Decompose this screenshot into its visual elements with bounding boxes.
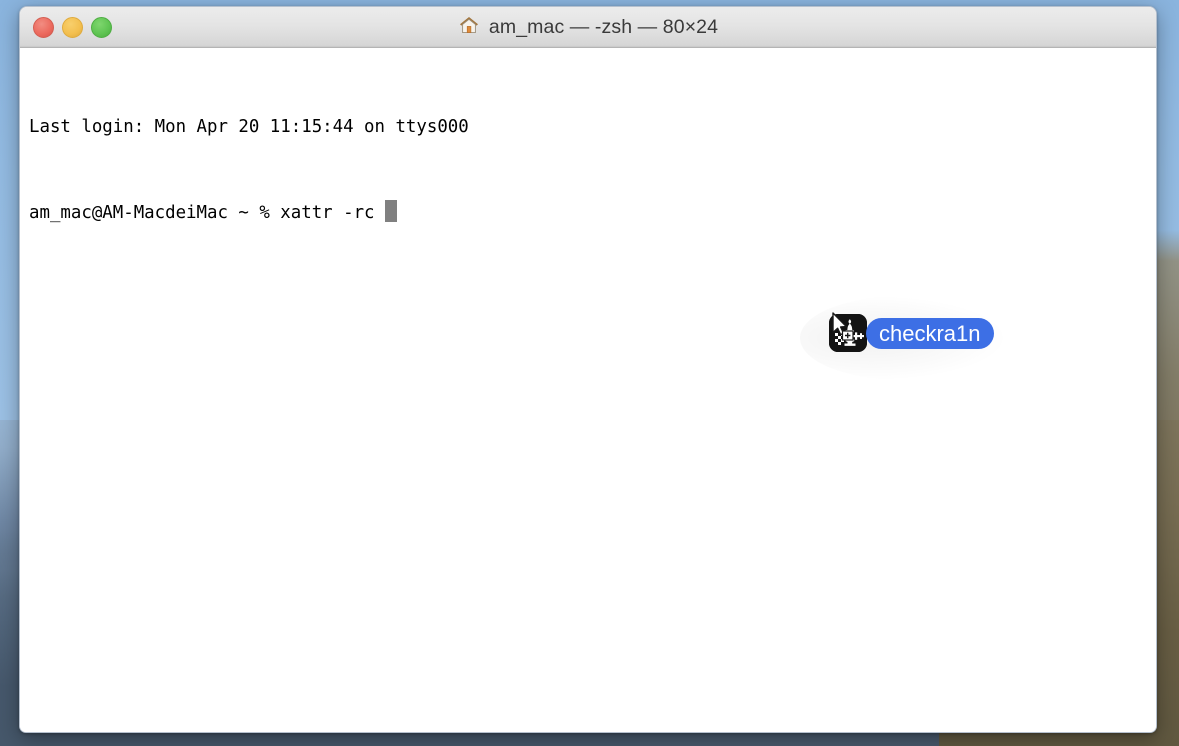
window-title-group: am_mac — -zsh — 80×24 — [20, 7, 1156, 47]
window-titlebar[interactable]: am_mac — -zsh — 80×24 — [20, 7, 1156, 48]
zoom-button[interactable] — [91, 16, 112, 38]
terminal-window[interactable]: am_mac — -zsh — 80×24 Last login: Mon Ap… — [19, 6, 1157, 733]
typed-command: xattr -rc — [280, 202, 385, 223]
shell-prompt: am_mac@AM-MacdeiMac ~ % — [29, 202, 281, 223]
minimize-button[interactable] — [62, 16, 83, 38]
terminal-cursor — [384, 199, 397, 222]
close-button[interactable] — [33, 16, 54, 38]
terminal-line-prompt: am_mac@AM-MacdeiMac ~ % xattr -rc — [29, 199, 1156, 228]
window-controls — [33, 7, 112, 47]
home-icon — [458, 14, 480, 41]
terminal-line-last-login: Last login: Mon Apr 20 11:15:44 on ttys0… — [29, 117, 469, 137]
terminal-output-area[interactable]: Last login: Mon Apr 20 11:15:44 on ttys0… — [20, 48, 1156, 732]
window-title: am_mac — -zsh — 80×24 — [488, 15, 719, 38]
